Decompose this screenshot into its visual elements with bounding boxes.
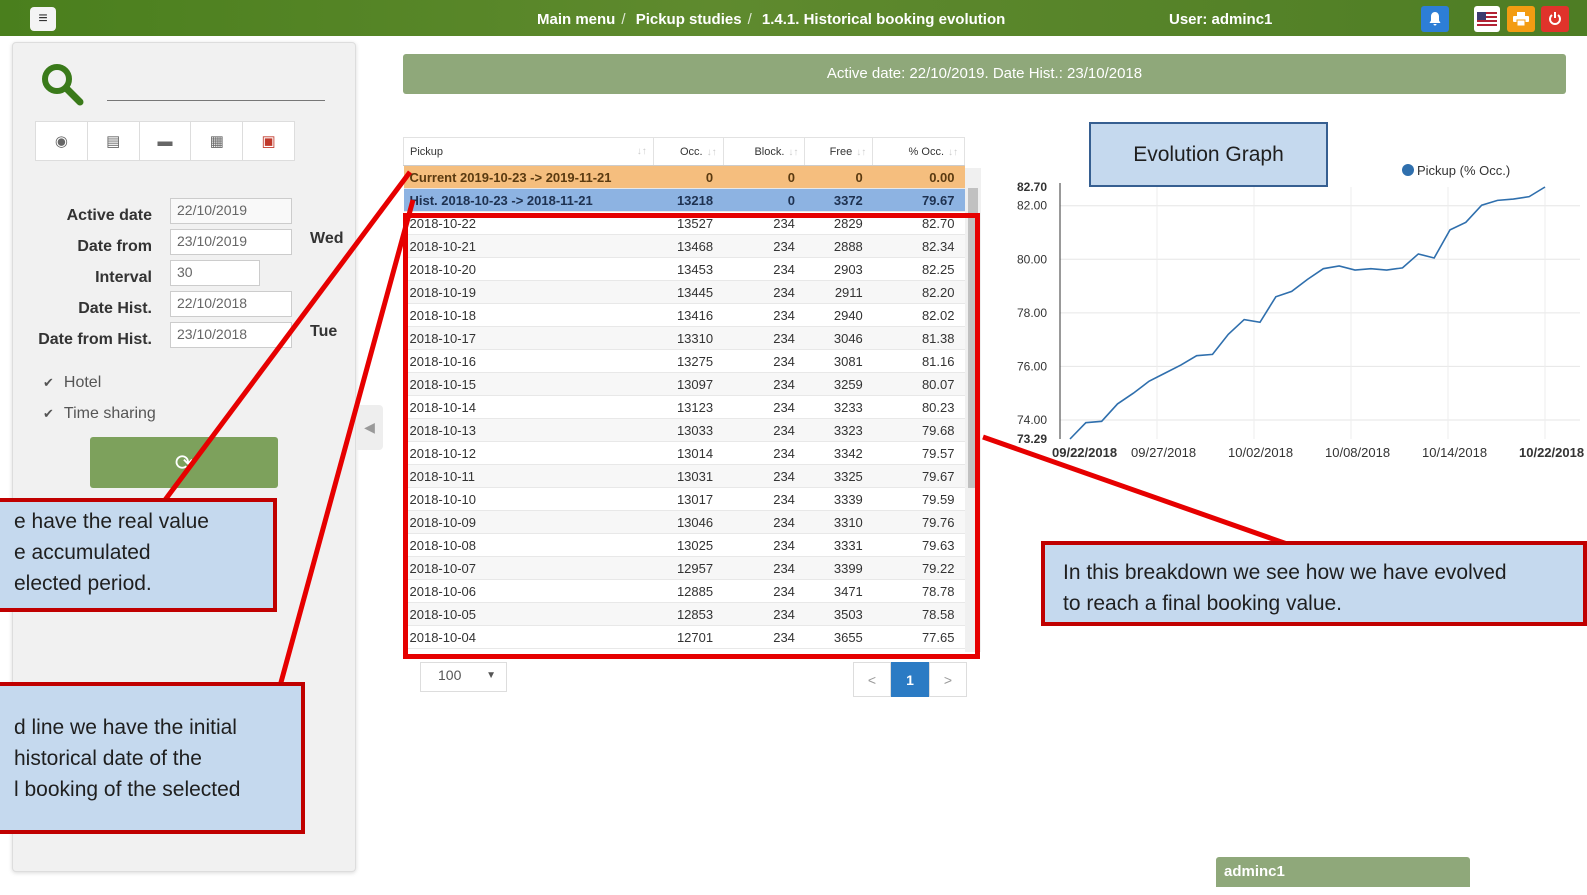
callout-line: e have the real value (14, 510, 209, 533)
breakdown-callout: In this breakdown we see how we have evo… (1041, 541, 1587, 626)
callout-line: In this breakdown we see how we have evo… (1063, 561, 1507, 584)
callout-line: l booking of the selected (14, 778, 241, 801)
real-value-callout: e have the real value e accumulated elec… (0, 498, 277, 612)
footer-user-tab[interactable]: adminc1 (1216, 857, 1470, 887)
callout-line: e accumulated (14, 541, 151, 564)
callout-line: elected period. (14, 572, 152, 595)
callout-line: historical date of the (14, 747, 202, 770)
initial-historical-callout: d line we have the initial historical da… (0, 682, 305, 834)
callout-line: d line we have the initial (14, 716, 237, 739)
callout-line: to reach a final booking value. (1063, 592, 1343, 615)
